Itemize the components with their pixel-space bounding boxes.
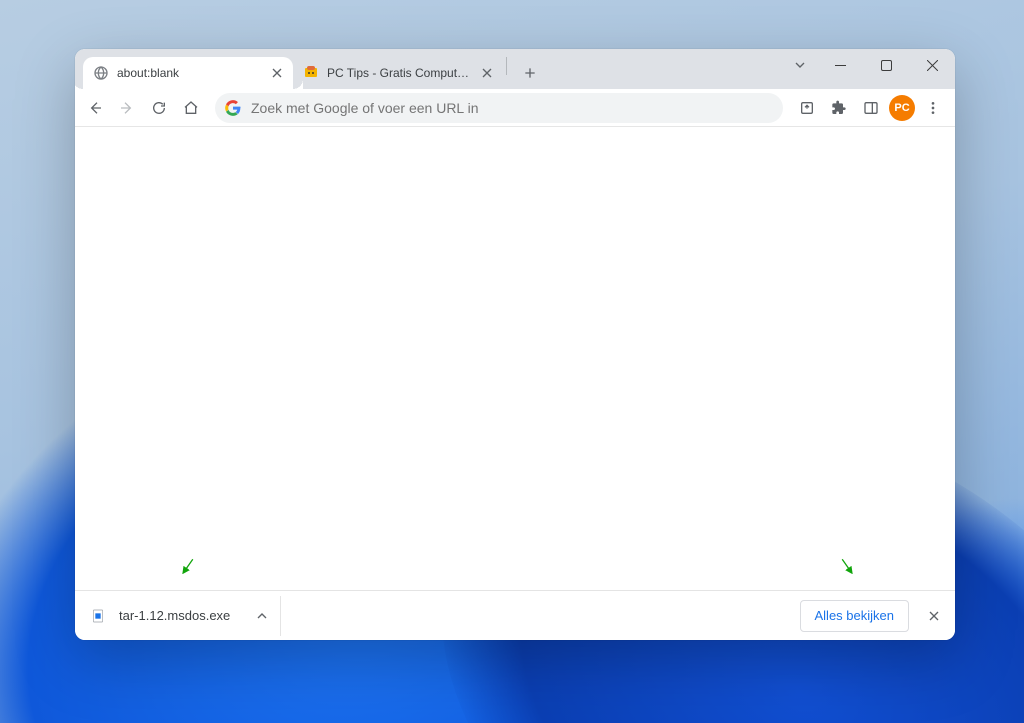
annotation-arrow-left — [180, 558, 196, 574]
minimize-button[interactable] — [817, 49, 863, 81]
back-button[interactable] — [81, 94, 109, 122]
page-viewport — [75, 127, 955, 590]
extensions-button[interactable] — [825, 94, 853, 122]
close-window-button[interactable] — [909, 49, 955, 81]
forward-button[interactable] — [113, 94, 141, 122]
share-button[interactable] — [793, 94, 821, 122]
close-icon[interactable] — [479, 65, 495, 81]
address-input[interactable] — [251, 100, 773, 116]
sidepanel-button[interactable] — [857, 94, 885, 122]
google-g-icon — [225, 100, 241, 116]
tab-title: PC Tips - Gratis Computer Tips... — [327, 66, 471, 80]
menu-button[interactable] — [919, 94, 947, 122]
close-download-bar-button[interactable] — [917, 599, 951, 633]
download-item[interactable]: tar-1.12.msdos.exe — [81, 596, 281, 636]
show-all-downloads-button[interactable]: Alles bekijken — [800, 600, 910, 632]
tab-strip: about:blank PC Tips - Gratis Computer Ti… — [75, 49, 544, 89]
tab-inactive[interactable]: PC Tips - Gratis Computer Tips... — [293, 57, 503, 89]
tab-active[interactable]: about:blank — [83, 57, 293, 89]
pctips-icon — [303, 65, 319, 81]
chevron-up-icon[interactable] — [250, 604, 274, 628]
file-icon — [87, 605, 109, 627]
reload-button[interactable] — [145, 94, 173, 122]
close-icon[interactable] — [269, 65, 285, 81]
titlebar: about:blank PC Tips - Gratis Computer Ti… — [75, 49, 955, 89]
globe-icon — [93, 65, 109, 81]
download-bar: tar-1.12.msdos.exe Alles bekijken — [75, 590, 955, 640]
show-all-label: Alles bekijken — [815, 608, 895, 623]
toolbar: PC — [75, 89, 955, 127]
desktop-background: about:blank PC Tips - Gratis Computer Ti… — [0, 0, 1024, 723]
omnibox[interactable] — [215, 93, 783, 123]
tab-separator — [506, 57, 507, 75]
annotation-arrow-right — [839, 558, 855, 574]
tab-title: about:blank — [117, 66, 261, 80]
download-filename: tar-1.12.msdos.exe — [119, 608, 244, 623]
tab-search-button[interactable] — [783, 49, 817, 81]
chrome-browser-window: about:blank PC Tips - Gratis Computer Ti… — [75, 49, 955, 640]
maximize-button[interactable] — [863, 49, 909, 81]
window-controls — [783, 49, 955, 81]
avatar-initials: PC — [894, 102, 909, 114]
home-button[interactable] — [177, 94, 205, 122]
profile-avatar[interactable]: PC — [889, 95, 915, 121]
new-tab-button[interactable] — [516, 59, 544, 87]
